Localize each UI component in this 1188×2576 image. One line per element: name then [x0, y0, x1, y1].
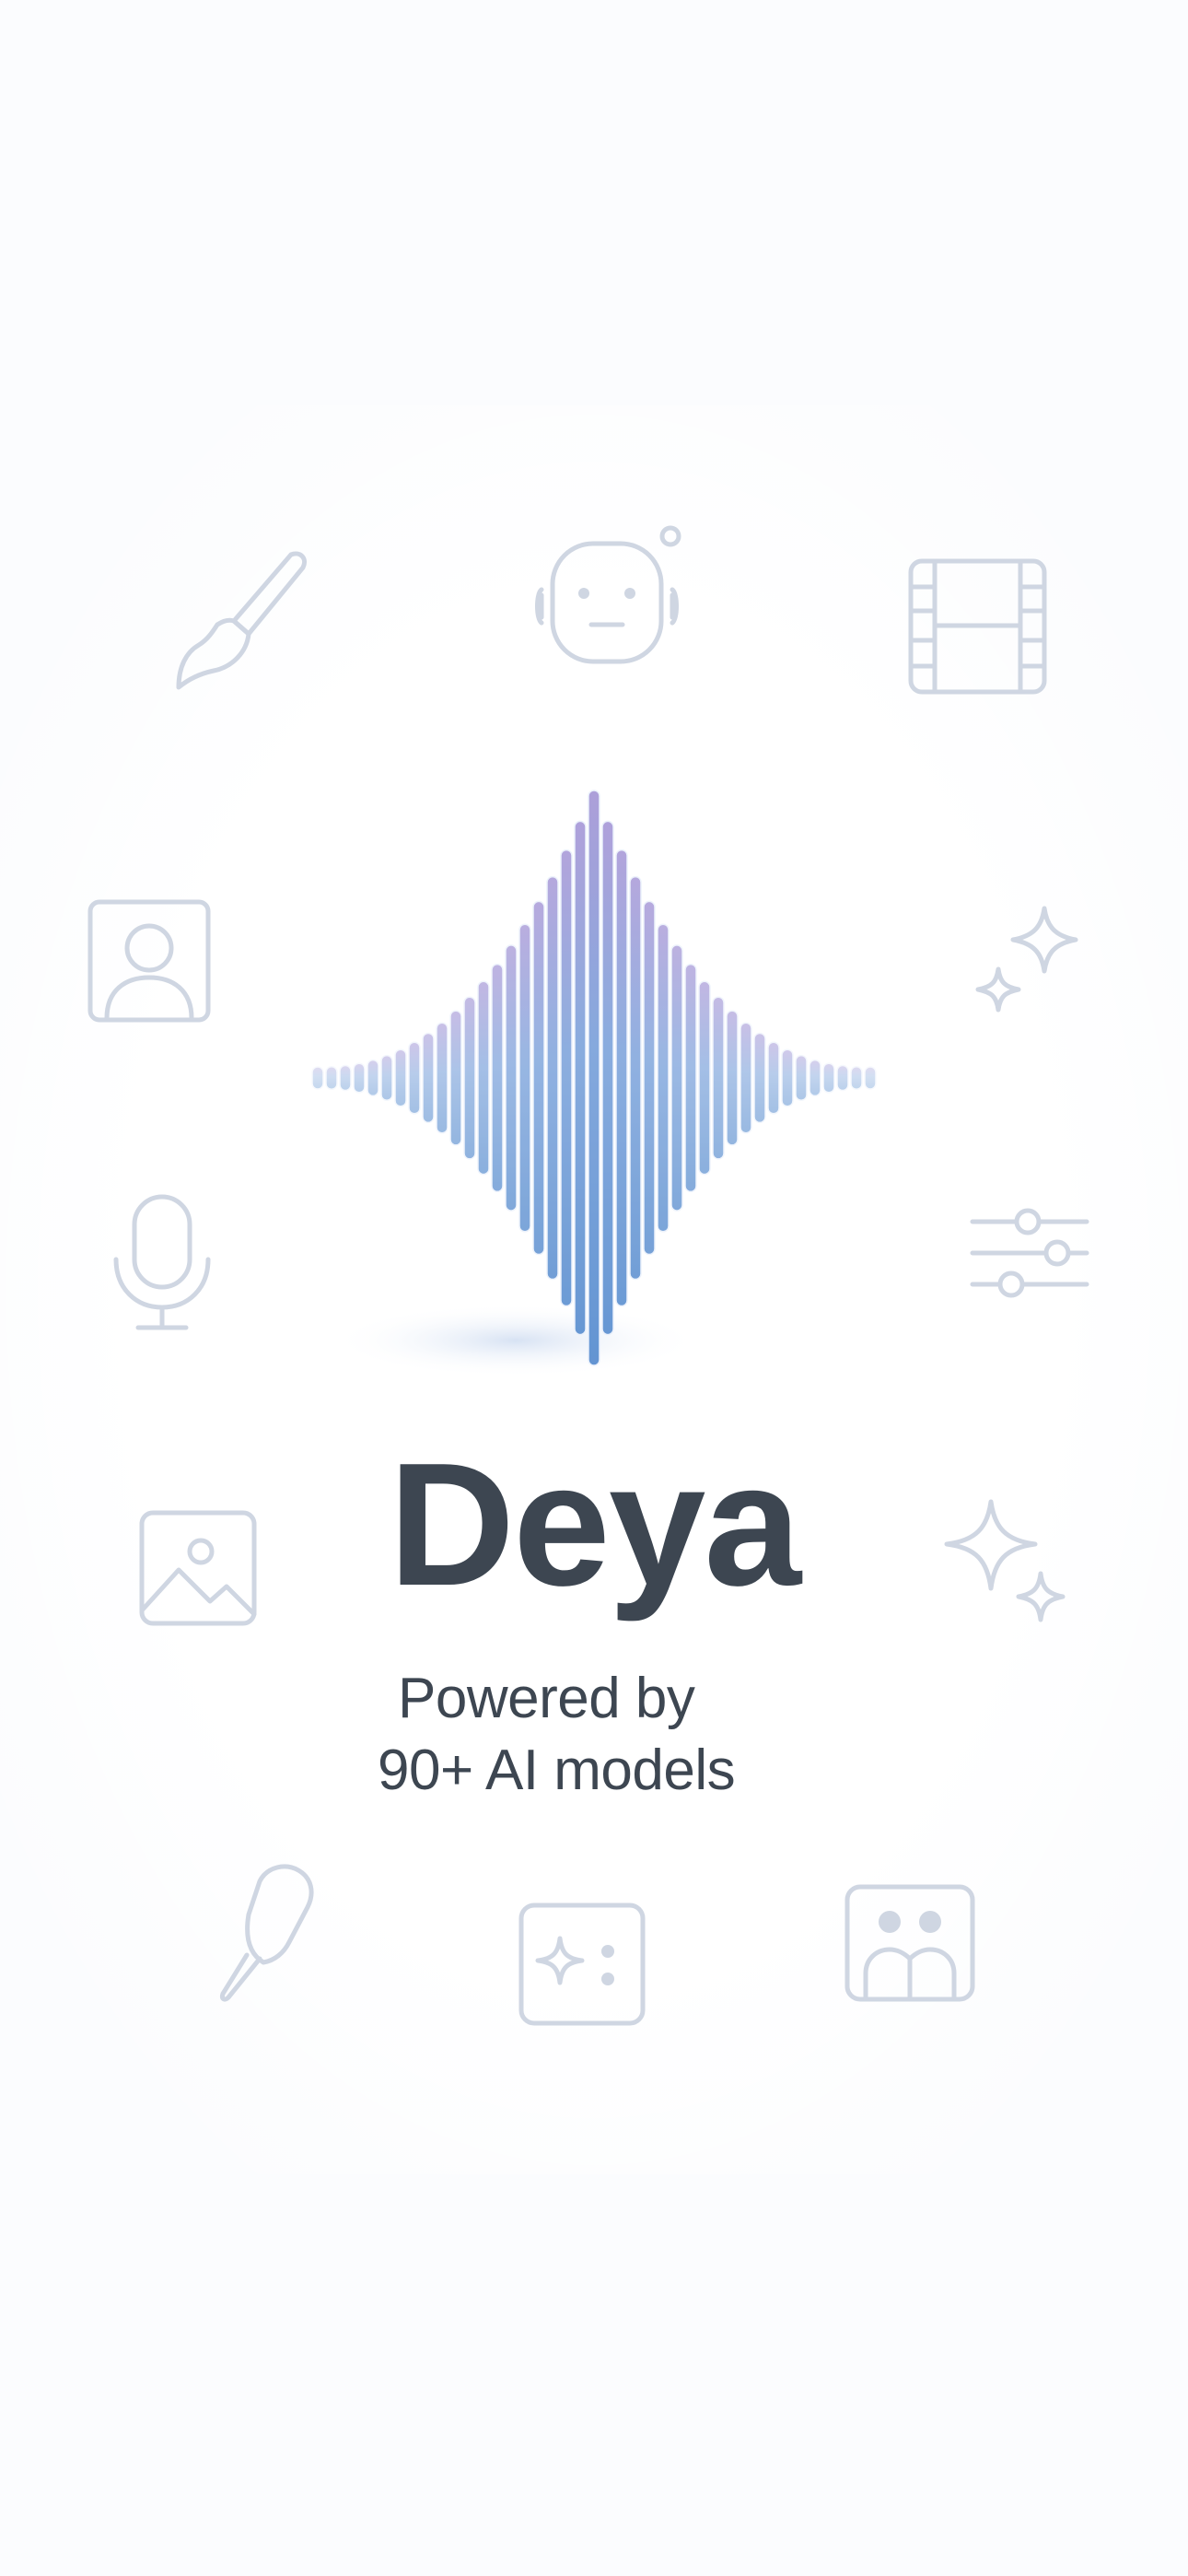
- tagline: Powered by 90+ AI models: [378, 1663, 930, 1807]
- logo-rib: [546, 875, 559, 1281]
- logo-rib: [518, 923, 531, 1233]
- logo-rib: [726, 1010, 739, 1146]
- robot-icon: [532, 523, 683, 669]
- film-strip-icon: [907, 557, 1048, 696]
- logo-rib: [463, 996, 476, 1160]
- tagline-line-2: 90+ AI models: [378, 1739, 736, 1802]
- people-frame-icon: [844, 1883, 976, 2003]
- logo-rib: [712, 996, 725, 1160]
- logo-rib: [380, 1054, 393, 1102]
- logo-rib: [684, 963, 697, 1193]
- logo-rib: [339, 1064, 352, 1092]
- ice-cream-icon: [219, 1863, 315, 2003]
- splash-screen: Deya Powered by 90+ AI models: [0, 0, 1188, 2576]
- logo-rib: [836, 1064, 849, 1092]
- deya-logo: [267, 737, 921, 1437]
- logo-rib: [505, 944, 518, 1212]
- logo-rib: [422, 1032, 435, 1124]
- logo-rib: [588, 790, 600, 1366]
- logo-rib: [477, 980, 490, 1176]
- paintbrush-icon: [173, 549, 311, 701]
- logo-rib: [670, 944, 683, 1212]
- logo-rib: [574, 820, 587, 1336]
- app-name: Deya: [388, 1427, 801, 1622]
- logo-rib: [864, 1066, 877, 1090]
- logo-rib: [643, 900, 656, 1256]
- logo-rib: [740, 1022, 752, 1134]
- logo-rib: [767, 1041, 780, 1115]
- logo-rib: [491, 963, 504, 1193]
- logo-rib: [449, 1010, 462, 1146]
- tagline-line-1: Powered by: [398, 1667, 695, 1730]
- logo-wave-star: [311, 790, 877, 1377]
- logo-rib: [822, 1062, 835, 1094]
- logo-rib: [325, 1065, 338, 1091]
- logo-rib: [698, 980, 711, 1176]
- logo-rib: [753, 1032, 766, 1124]
- microphone-icon: [111, 1193, 214, 1333]
- sliders-icon: [969, 1205, 1090, 1301]
- logo-rib: [311, 1066, 324, 1090]
- logo-rib: [850, 1065, 863, 1091]
- sparkles-icon: [974, 905, 1081, 1025]
- logo-rib: [436, 1022, 448, 1134]
- logo-rib: [532, 900, 545, 1256]
- logo-rib: [615, 849, 628, 1307]
- logo-rib: [367, 1059, 379, 1097]
- logo-rib: [795, 1054, 808, 1102]
- logo-rib: [560, 849, 573, 1307]
- logo-rib: [601, 820, 614, 1336]
- logo-rib: [657, 923, 670, 1233]
- logo-rib: [408, 1041, 421, 1115]
- logo-rib: [781, 1048, 794, 1107]
- logo-rib: [353, 1062, 366, 1094]
- dice-sparkle-icon: [518, 1902, 646, 2027]
- logo-rib: [394, 1048, 407, 1107]
- logo-rib: [809, 1059, 821, 1097]
- logo-rib: [629, 875, 642, 1281]
- portrait-icon: [87, 898, 212, 1024]
